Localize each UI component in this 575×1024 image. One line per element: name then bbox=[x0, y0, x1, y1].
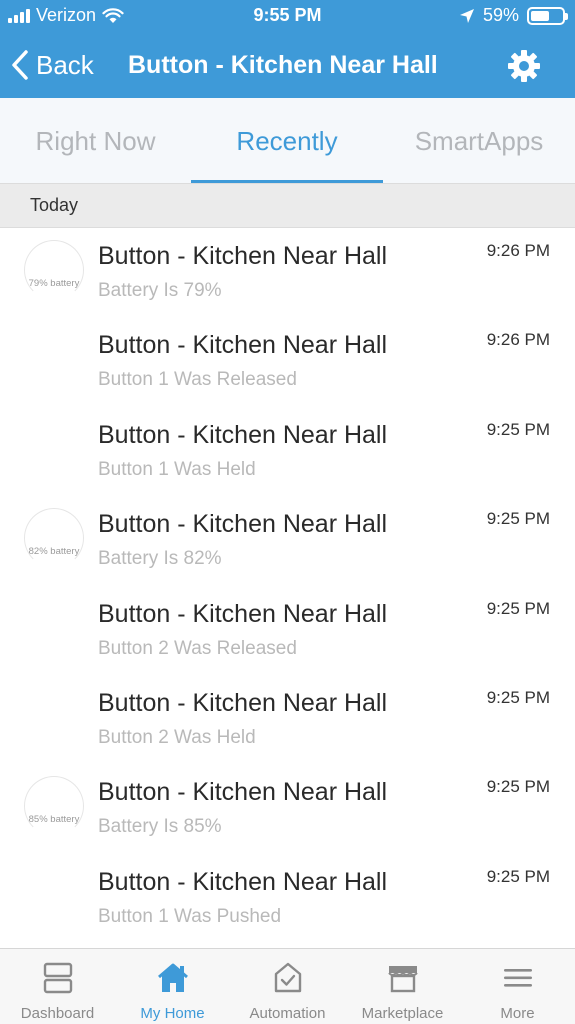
event-subtitle: Button 2 Was Released bbox=[98, 637, 297, 659]
battery-fill bbox=[531, 10, 549, 21]
event-time: 9:25 PM bbox=[486, 777, 550, 797]
bottom-tab-bar: Dashboard My Home Automation Marketplace… bbox=[0, 948, 575, 1024]
gear-icon[interactable] bbox=[507, 49, 541, 83]
back-button[interactable]: Back bbox=[10, 32, 94, 98]
menu-icon bbox=[503, 969, 532, 987]
event-title: Button - Kitchen Near Hall bbox=[98, 778, 388, 807]
event-title: Button - Kitchen Near Hall bbox=[98, 242, 388, 270]
tab-smartapps[interactable]: SmartApps bbox=[383, 98, 575, 184]
battery-ring-label: 85% battery bbox=[28, 814, 80, 826]
tab-recently[interactable]: Recently bbox=[191, 98, 383, 184]
tab-label: Dashboard bbox=[20, 1005, 95, 1022]
event-time: 9:25 PM bbox=[486, 598, 550, 618]
tab-dashboard[interactable]: Dashboard bbox=[0, 949, 115, 1024]
back-label: Back bbox=[36, 49, 94, 80]
tab-label: Marketplace bbox=[361, 1005, 444, 1022]
battery-ring-icon bbox=[24, 776, 84, 837]
event-subtitle: Battery Is 85% bbox=[98, 816, 222, 838]
tab-my-home[interactable]: My Home bbox=[115, 949, 230, 1024]
battery-ring-icon bbox=[24, 508, 84, 569]
battery-ring-icon bbox=[24, 240, 84, 300]
location-arrow-icon bbox=[459, 8, 474, 23]
event-subtitle: Button 1 Was Pushed bbox=[98, 905, 282, 927]
battery-icon bbox=[527, 6, 568, 25]
home-icon bbox=[157, 963, 188, 992]
event-subtitle: Button 2 Was Held bbox=[98, 726, 256, 748]
marketplace-icon bbox=[387, 966, 418, 993]
event-time: 9:26 PM bbox=[486, 241, 550, 260]
event-subtitle: Battery Is 79% bbox=[98, 280, 222, 301]
tab-right-now[interactable]: Right Now bbox=[0, 98, 191, 184]
battery-percent: 59% bbox=[482, 5, 519, 25]
event-title: Button - Kitchen Near Hall bbox=[98, 331, 388, 360]
section-header: Today bbox=[0, 184, 575, 228]
event-time: 9:26 PM bbox=[486, 330, 550, 350]
event-time: 9:25 PM bbox=[486, 509, 550, 529]
tab-label: More bbox=[500, 1005, 535, 1022]
active-tab-indicator bbox=[191, 180, 383, 183]
status-bar: Verizon 9:55 PM 59% bbox=[0, 0, 575, 32]
event-time: 9:25 PM bbox=[486, 419, 550, 439]
page-title: Button - Kitchen Near Hall bbox=[128, 50, 438, 79]
section-label: Today bbox=[30, 195, 79, 215]
event-title: Button - Kitchen Near Hall bbox=[98, 599, 388, 628]
list-item[interactable]: 82% battery Button - Kitchen Near Hall B… bbox=[0, 496, 575, 585]
segmented-tabs: Right Now Recently SmartApps bbox=[0, 98, 575, 184]
list-item[interactable]: Button - Kitchen Near Hall Button 2 Was … bbox=[0, 586, 575, 675]
tab-label: Automation bbox=[249, 1005, 326, 1022]
tab-automation[interactable]: Automation bbox=[230, 949, 345, 1024]
nav-bar: Back Button - Kitchen Near Hall bbox=[0, 32, 575, 98]
event-title: Button - Kitchen Near Hall bbox=[98, 510, 388, 539]
status-right: 59% bbox=[459, 5, 568, 26]
list-item[interactable]: Button - Kitchen Near Hall Button 1 Was … bbox=[0, 317, 575, 406]
tab-label: My Home bbox=[140, 1005, 205, 1022]
tab-more[interactable]: More bbox=[460, 949, 575, 1024]
event-title: Button - Kitchen Near Hall bbox=[98, 867, 388, 896]
event-time: 9:25 PM bbox=[486, 687, 550, 707]
list-item[interactable]: Button - Kitchen Near Hall Button 1 Was … bbox=[0, 854, 575, 943]
dashboard-icon bbox=[43, 962, 72, 994]
event-time: 9:25 PM bbox=[486, 866, 550, 886]
list-item[interactable]: Button - Kitchen Near Hall Button 1 Was … bbox=[0, 407, 575, 496]
chevron-left-icon bbox=[12, 50, 28, 80]
event-subtitle: Battery Is 82% bbox=[98, 548, 222, 570]
event-list: 79% battery Button - Kitchen Near Hall B… bbox=[0, 228, 575, 943]
event-title: Button - Kitchen Near Hall bbox=[98, 420, 388, 449]
event-subtitle: Button 1 Was Released bbox=[98, 369, 297, 391]
event-subtitle: Button 1 Was Held bbox=[98, 458, 256, 480]
battery-ring-label: 82% battery bbox=[28, 546, 80, 558]
battery-ring-label: 79% battery bbox=[28, 278, 80, 289]
automation-icon bbox=[274, 962, 301, 993]
event-title: Button - Kitchen Near Hall bbox=[98, 688, 388, 717]
tab-marketplace[interactable]: Marketplace bbox=[345, 949, 460, 1024]
list-item[interactable]: 85% battery Button - Kitchen Near Hall B… bbox=[0, 764, 575, 853]
list-item[interactable]: 79% battery Button - Kitchen Near Hall B… bbox=[0, 228, 575, 317]
list-item[interactable]: Button - Kitchen Near Hall Button 2 Was … bbox=[0, 675, 575, 764]
